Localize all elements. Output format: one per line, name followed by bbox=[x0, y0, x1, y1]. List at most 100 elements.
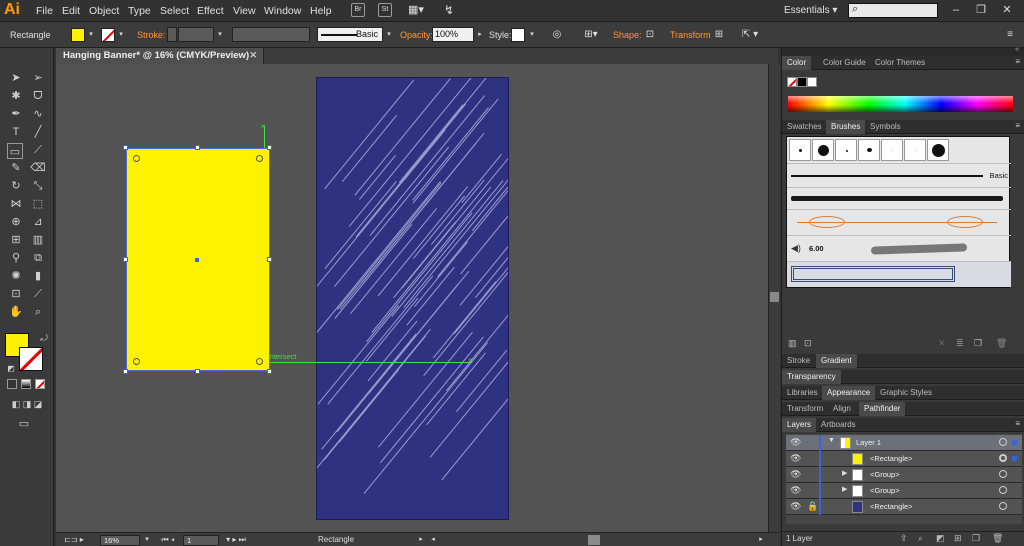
corner-widget[interactable] bbox=[256, 358, 263, 365]
vertical-scrollbar[interactable] bbox=[768, 64, 780, 532]
canvas[interactable]: × × intersect bbox=[56, 64, 768, 532]
tab-stroke[interactable]: Stroke bbox=[782, 354, 815, 368]
menu-select[interactable]: Select bbox=[160, 5, 189, 17]
document-tab[interactable]: Hanging Banner* @ 16% (CMYK/Preview) ✕ bbox=[56, 48, 264, 64]
curvature-tool-icon[interactable]: ∿ bbox=[30, 106, 46, 122]
selected-yellow-rectangle[interactable] bbox=[126, 148, 270, 371]
layer-name[interactable]: Layer 1 bbox=[856, 438, 881, 447]
menu-view[interactable]: View bbox=[233, 5, 256, 17]
scale-tool-icon[interactable]: ⤡ bbox=[30, 178, 46, 194]
screen-mode-icon[interactable]: ▭ bbox=[16, 416, 32, 432]
target-icon[interactable] bbox=[999, 438, 1007, 446]
new-layer-icon[interactable]: ❐ bbox=[972, 533, 980, 544]
shape-builder-tool-icon[interactable]: ⊕ bbox=[8, 214, 24, 230]
graphic-style-swatch[interactable] bbox=[511, 28, 525, 42]
brush-swatch[interactable] bbox=[904, 139, 926, 161]
corner-widget[interactable] bbox=[133, 358, 140, 365]
brush-definition-select[interactable]: Basic bbox=[317, 27, 383, 42]
stroke-weight-input[interactable] bbox=[178, 27, 214, 42]
symbol-sprayer-tool-icon[interactable]: ✺ bbox=[8, 268, 24, 284]
layer-row[interactable]: 👁 ▼ Layer 1 bbox=[786, 435, 1022, 451]
layer-name[interactable]: <Group> bbox=[870, 486, 900, 495]
horizontal-scroll-thumb[interactable] bbox=[588, 535, 600, 545]
gradient-mode-button[interactable] bbox=[21, 379, 31, 389]
stroke-options-icon[interactable]: ≣ bbox=[956, 338, 964, 349]
artboard-tool-icon[interactable]: ⊡ bbox=[8, 286, 24, 302]
brush-row-basic[interactable]: Basic bbox=[787, 163, 1011, 187]
eraser-tool-icon[interactable]: ⌫ bbox=[30, 160, 46, 176]
bounding-handle[interactable] bbox=[195, 369, 200, 374]
zoom-tool-icon[interactable]: ⌕ bbox=[30, 304, 46, 320]
layer-row[interactable]: 👁 🔒 <Rectangle> bbox=[786, 499, 1022, 515]
eyedropper-tool-icon[interactable]: ⚲ bbox=[8, 250, 24, 266]
artboard-navigation-icon[interactable]: ⊏⊐ ▸ bbox=[62, 534, 86, 546]
black-swatch[interactable] bbox=[797, 77, 807, 87]
new-brush-icon[interactable]: ❐ bbox=[974, 338, 982, 349]
stroke-weight-dropdown-icon[interactable]: ▾ bbox=[215, 27, 225, 42]
close-document-icon[interactable]: ✕ bbox=[249, 50, 257, 61]
brush-swatch[interactable] bbox=[789, 139, 811, 161]
first-prev-artboard-icon[interactable]: ⏮ ◂ bbox=[156, 534, 180, 546]
vertical-scroll-thumb[interactable] bbox=[770, 292, 779, 302]
fill-swatch[interactable] bbox=[71, 28, 85, 42]
bridge-icon[interactable]: Br bbox=[351, 3, 365, 17]
transform-label[interactable]: Transform bbox=[670, 30, 711, 40]
visibility-eye-icon[interactable]: 👁 bbox=[790, 469, 801, 480]
tab-libraries[interactable]: Libraries bbox=[782, 386, 823, 400]
draw-modes-icon[interactable]: ◧ ◨ ◪ bbox=[5, 396, 49, 412]
menu-file[interactable]: File bbox=[36, 5, 53, 17]
isolate-object-icon[interactable]: ⇱ ▾ bbox=[738, 27, 762, 42]
tab-symbols[interactable]: Symbols bbox=[865, 120, 906, 134]
stroke-swatch[interactable] bbox=[101, 28, 115, 42]
brush-swatch[interactable] bbox=[858, 139, 880, 161]
brush-libraries-icon[interactable]: ▥ bbox=[788, 338, 797, 349]
stroke-color-box[interactable] bbox=[19, 347, 43, 371]
layer-name[interactable]: <Rectangle> bbox=[870, 454, 913, 463]
help-search-input[interactable]: ⌕ bbox=[848, 3, 938, 18]
layer-name[interactable]: <Group> bbox=[870, 470, 900, 479]
align-panel-icon[interactable]: ⊞ bbox=[712, 27, 726, 42]
locate-object-icon[interactable]: ⌕ bbox=[918, 533, 923, 544]
bounding-handle[interactable] bbox=[267, 369, 272, 374]
recolor-artwork-icon[interactable]: ◎ bbox=[550, 27, 564, 42]
menu-effect[interactable]: Effect bbox=[197, 5, 224, 17]
visibility-eye-icon[interactable]: 👁 bbox=[790, 437, 801, 448]
corner-widget[interactable] bbox=[133, 155, 140, 162]
brush-swatch[interactable] bbox=[812, 139, 834, 161]
tab-swatches[interactable]: Swatches bbox=[782, 120, 827, 134]
make-clipping-mask-icon[interactable]: ◩ bbox=[936, 533, 945, 544]
free-transform-tool-icon[interactable]: ⬚ bbox=[30, 196, 46, 212]
opacity-dropdown-icon[interactable]: ▸ bbox=[475, 27, 485, 42]
visibility-eye-icon[interactable]: 👁 bbox=[790, 485, 801, 496]
line-segment-tool-icon[interactable]: ╱ bbox=[30, 124, 46, 140]
brush-dropdown-icon[interactable]: ▾ bbox=[384, 27, 394, 42]
tab-color-guide[interactable]: Color Guide bbox=[818, 56, 871, 70]
lasso-tool-icon[interactable]: ᗜ bbox=[30, 88, 46, 104]
shape-properties-icon[interactable]: ⊡ bbox=[643, 27, 657, 42]
color-mode-button[interactable] bbox=[7, 379, 17, 389]
scroll-right-icon[interactable]: ▸ bbox=[756, 534, 766, 546]
tab-graphic-styles[interactable]: Graphic Styles bbox=[875, 386, 937, 400]
swap-fill-stroke-icon[interactable]: ⤾ bbox=[36, 330, 52, 346]
status-menu-icon[interactable]: ▸ bbox=[416, 534, 426, 546]
rectangle-tool-icon[interactable]: ▭ bbox=[7, 143, 23, 159]
selection-tool-icon[interactable]: ➤ bbox=[8, 70, 24, 86]
lock-icon[interactable]: 🔒 bbox=[807, 501, 818, 512]
tab-pathfinder[interactable]: Pathfinder bbox=[859, 402, 906, 416]
delete-brush-icon[interactable]: 🗑 bbox=[996, 338, 1007, 349]
expand-triangle-icon[interactable]: ▶ bbox=[842, 469, 847, 477]
zoom-input[interactable]: 16% bbox=[100, 535, 140, 546]
none-mode-button[interactable] bbox=[35, 379, 45, 389]
export-icon[interactable]: ⇪ bbox=[900, 533, 908, 544]
none-color-swatch[interactable] bbox=[787, 77, 797, 87]
expand-triangle-icon[interactable]: ▼ bbox=[828, 437, 835, 444]
layer-row[interactable]: 👁 ▶ <Group> bbox=[786, 467, 1022, 483]
bounding-handle[interactable] bbox=[123, 369, 128, 374]
layer-row[interactable]: 👁 <Rectangle> bbox=[786, 451, 1022, 467]
width-tool-icon[interactable]: ⋈ bbox=[8, 196, 24, 212]
tab-brushes[interactable]: Brushes bbox=[826, 120, 866, 134]
brush-row-bristle[interactable]: ◀) 6.00 bbox=[787, 235, 1011, 261]
artboard-number-input[interactable]: 1 bbox=[183, 535, 219, 546]
delete-layer-icon[interactable]: 🗑 bbox=[992, 533, 1003, 544]
layer-name[interactable]: <Rectangle> bbox=[870, 502, 913, 511]
